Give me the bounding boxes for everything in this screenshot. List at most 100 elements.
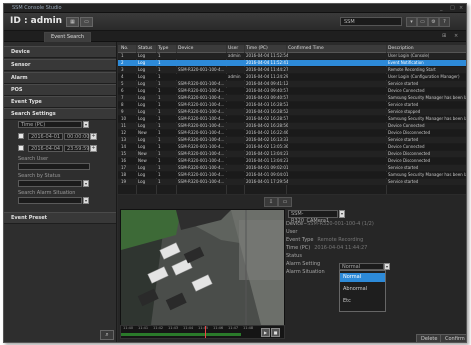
- search-status-select[interactable]: [18, 180, 82, 187]
- table-row[interactable]: 6 Log 1 SSM-R320-001-100-4... 2016-04-03 09:…: [118, 88, 466, 94]
- table-row[interactable]: 15 New 1 SSM-R320-001-100-4... 2016-04-02 13…: [118, 151, 466, 157]
- info-row: Status: [286, 253, 306, 259]
- section-pos[interactable]: POS: [4, 84, 116, 96]
- column-header[interactable]: Status: [138, 46, 152, 51]
- table-cell: Service started: [388, 179, 419, 184]
- chevron-down-icon[interactable]: ▾: [83, 121, 89, 128]
- playhead[interactable]: [205, 326, 206, 338]
- table-row[interactable]: 12 New 1 SSM-R320-001-100-4... 2016-04-02 16…: [118, 130, 466, 136]
- table-cell: 18: [121, 172, 127, 177]
- info-row: Device SSM-R320-001-100-4 (1/2): [286, 221, 374, 227]
- option-abnormal[interactable]: Abnormal: [340, 285, 385, 294]
- table-row[interactable]: 14 Log 1 SSM-R320-001-100-4... 2016-04-02 13…: [118, 144, 466, 150]
- search-button[interactable]: ⌕: [100, 330, 114, 340]
- section-event-type[interactable]: Event Type: [4, 96, 116, 108]
- date-to-checkbox[interactable]: [18, 145, 24, 151]
- section-alarm[interactable]: Alarm: [4, 72, 116, 84]
- date-to-field[interactable]: 2016-04-04: [28, 145, 63, 152]
- table-row[interactable]: 18 Log 1 SSM-R320-001-100-4... 2016-04-01 09…: [118, 172, 466, 178]
- option-normal[interactable]: Normal: [340, 273, 385, 282]
- column-header[interactable]: Confirmed Time: [288, 46, 324, 51]
- option-etc[interactable]: Etc: [340, 297, 385, 306]
- table-cell: SSM-R320-001-100-4...: [178, 137, 225, 142]
- table-cell: Log: [138, 109, 146, 114]
- table-row[interactable]: 5 Log 1 SSM-R320-001-100-4... 2016-04-04 09:…: [118, 81, 466, 87]
- column-header[interactable]: Type: [158, 46, 168, 51]
- section-sensor[interactable]: Sensor: [4, 59, 116, 71]
- video-playback[interactable]: [120, 209, 285, 326]
- confirm-button[interactable]: Confirm: [440, 334, 466, 342]
- window-icon[interactable]: ▭: [278, 197, 292, 207]
- table-row[interactable]: 10 Log 1 SSM-R320-001-100-4... 2016-04-02 16…: [118, 116, 466, 122]
- table-row[interactable]: 17 Log 1 SSM-R320-001-100-4... 2016-04-01 09…: [118, 165, 466, 171]
- table-cell: Log: [138, 81, 146, 86]
- column-header[interactable]: Time (PC): [246, 46, 268, 51]
- time-to-stepper[interactable]: +: [90, 145, 97, 152]
- chevron-down-icon[interactable]: ▾: [83, 197, 89, 204]
- time-from-field[interactable]: 00:00:00: [64, 133, 89, 140]
- tab-close-icon[interactable]: ×: [454, 33, 458, 39]
- search-user-input[interactable]: [18, 163, 90, 170]
- table-row[interactable]: 19 Log 1 SSM-R320-001-100-4... 2016-04-01 17…: [118, 179, 466, 185]
- grid-view-button[interactable]: ▦: [66, 17, 79, 27]
- search-alarm-select[interactable]: [18, 197, 82, 204]
- close-icon[interactable]: ×: [459, 5, 463, 11]
- table-row[interactable]: 16 New 1 SSM-R320-001-100-4... 2016-04-01 13…: [118, 158, 466, 164]
- help-icon[interactable]: ?: [439, 17, 450, 27]
- alarm-setting-select[interactable]: Normal: [339, 263, 384, 270]
- date-from-field[interactable]: 2016-04-01: [28, 133, 63, 140]
- table-cell: 2016-04-03 09:40:57: [246, 88, 289, 93]
- column-header[interactable]: No.: [121, 46, 128, 51]
- section-event-preset[interactable]: Event Preset: [4, 212, 116, 224]
- playback-timeline[interactable]: 11:40 11:41 11:42 11:43 11:44 11:45 11:46 11:47…: [120, 325, 285, 339]
- search-input[interactable]: SSM: [340, 17, 402, 26]
- table-cell: Service started: [388, 81, 419, 86]
- table-cell: SSM-R320-001-100-4...: [178, 172, 225, 177]
- table-cell: SSM-R320-001-100-4...: [178, 165, 225, 170]
- table-row[interactable]: 8 Log 1 SSM-R320-001-100-4... 2016-04-03 16:…: [118, 102, 466, 108]
- tab-event-search[interactable]: Event Search: [44, 32, 92, 42]
- info-label: Alarm Situation: [286, 269, 325, 275]
- table-row[interactable]: 11 Log 1 SSM-R320-001-100-4... 2016-04-02 16…: [118, 123, 466, 129]
- date-from-checkbox[interactable]: [18, 133, 24, 139]
- table-cell: SSM-R320-001-100-4...: [178, 109, 225, 114]
- column-header[interactable]: User: [228, 46, 238, 51]
- section-search-settings-label: Search Settings: [11, 111, 56, 117]
- layout-button[interactable]: ▭: [80, 17, 93, 27]
- table-row[interactable]: 13 Log 1 SSM-R320-001-100-4... 2016-04-02 16…: [118, 137, 466, 143]
- table-row[interactable]: 4 Log 1 admin 2016-04-04 11:24:29 User Login …: [118, 74, 466, 80]
- column-header[interactable]: Device: [178, 46, 193, 51]
- pin-icon[interactable]: ⊞: [442, 33, 446, 39]
- table-cell: Samsung Security Manager has been launch…: [388, 172, 466, 177]
- time-type-select[interactable]: Time (PC): [18, 121, 82, 128]
- status-dropdown-list[interactable]: Normal Abnormal Etc: [339, 270, 386, 312]
- table-cell: 2016-04-04 11:52:41: [246, 60, 289, 65]
- export-icon[interactable]: ⇩: [264, 197, 278, 207]
- info-row: Time (PC) 2016-04-04 11:44:27: [286, 245, 367, 251]
- table-row[interactable]: 3 Log 1 SSM-R320-001-100-4... 2016-04-04 11:…: [118, 67, 466, 73]
- time-from-stepper[interactable]: +: [90, 133, 97, 140]
- table-cell: 2016-04-03 16:28:53: [246, 102, 289, 107]
- table-row[interactable]: 2 Log 1 2016-04-04 11:52:41 Event Notificati…: [118, 60, 466, 66]
- time-to-field[interactable]: 23:59:59: [64, 145, 89, 152]
- table-cell: 2016-04-02 16:13:33: [246, 137, 289, 142]
- section-device[interactable]: Device: [4, 46, 116, 58]
- section-search-settings[interactable]: Search Settings: [4, 108, 116, 120]
- stop-icon[interactable]: ■: [271, 328, 280, 337]
- table-cell: 2016-04-02 16:28:56: [246, 123, 289, 128]
- gear-icon[interactable]: ⚙: [428, 17, 439, 27]
- minimize-icon[interactable]: _: [440, 5, 443, 11]
- chevron-down-icon[interactable]: ▾: [83, 180, 89, 187]
- delete-button[interactable]: Delete: [416, 334, 443, 342]
- table-cell: Log: [138, 172, 146, 177]
- table-row[interactable]: 1 Log 1 admin 2016-04-04 11:52:54 User Login …: [118, 53, 466, 59]
- table-row[interactable]: 9 Log 1 SSM-R320-001-100-4... 2016-04-03 16:…: [118, 109, 466, 115]
- play-icon[interactable]: ▶: [261, 328, 270, 337]
- chevron-down-icon[interactable]: ▾: [384, 263, 390, 270]
- dropdown-icon[interactable]: ▾: [406, 17, 417, 27]
- maximize-icon[interactable]: □: [450, 5, 455, 11]
- column-header[interactable]: Description: [388, 46, 414, 51]
- table-row[interactable]: 7 Log 1 SSM-R320-001-100-4... 2016-04-03 09:…: [118, 95, 466, 101]
- table-cell: 2016-04-02 13:04:23: [246, 151, 289, 156]
- monitor-icon[interactable]: ▭: [417, 17, 428, 27]
